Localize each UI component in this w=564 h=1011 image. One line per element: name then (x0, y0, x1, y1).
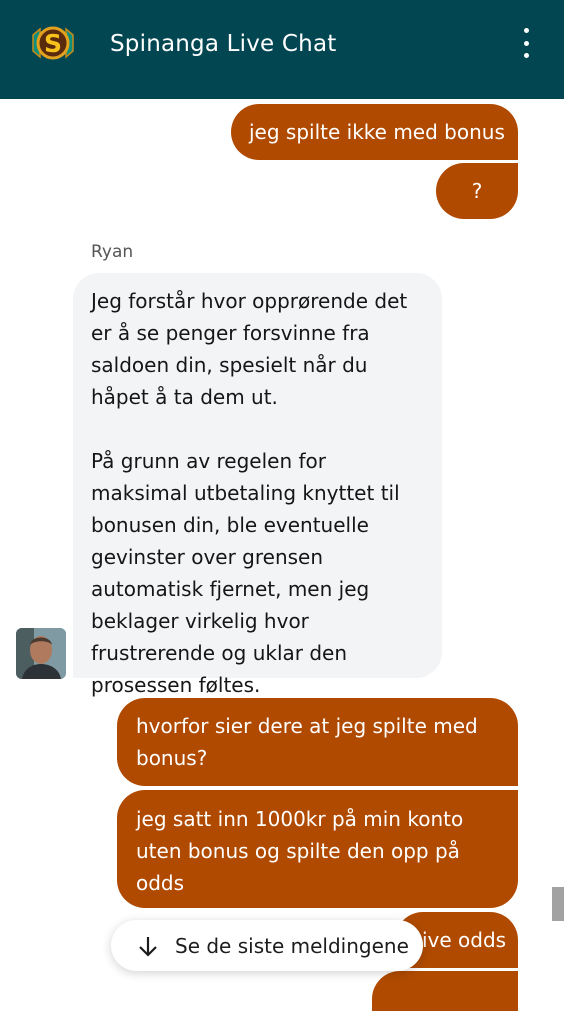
message-text: hvorfor sier dere at jeg spilte med bonu… (136, 714, 478, 770)
arrow-down-icon (139, 936, 157, 957)
message-text: jeg spilte ikke med bonus (249, 120, 505, 144)
scroll-to-latest-label: Se de siste meldingene (175, 933, 409, 958)
message-text: ive odds (422, 928, 507, 952)
spinanga-logo-icon: S (29, 21, 77, 65)
outgoing-message: jeg satt inn 1000kr på min konto uten bo… (117, 790, 518, 908)
scroll-to-latest-button[interactable]: Se de siste meldingene (111, 920, 423, 971)
message-paragraph: Jeg forstår hvor opprørende det er å se … (91, 289, 408, 409)
message-text: ? (471, 179, 483, 203)
message-text: jeg satt inn 1000kr på min konto uten bo… (136, 807, 464, 895)
chat-title: Spinanga Live Chat (110, 31, 337, 57)
outgoing-message: jeg spilte ikke med bonus (231, 104, 518, 160)
incoming-message: Jeg forstår hvor opprørende det er å se … (73, 273, 442, 697)
message-paragraph: På grunn av regelen for maksimal utbetal… (91, 449, 400, 697)
agent-avatar (16, 628, 66, 679)
outgoing-message: ? (436, 163, 518, 219)
chat-header: S Spinanga Live Chat (0, 0, 564, 99)
outgoing-message (372, 971, 518, 1011)
scrollbar-thumb[interactable] (552, 887, 564, 921)
agent-name: Ryan (91, 242, 134, 262)
svg-text:S: S (44, 29, 62, 58)
kebab-menu-icon[interactable] (512, 28, 540, 58)
outgoing-message: hvorfor sier dere at jeg spilte med bonu… (117, 698, 518, 786)
